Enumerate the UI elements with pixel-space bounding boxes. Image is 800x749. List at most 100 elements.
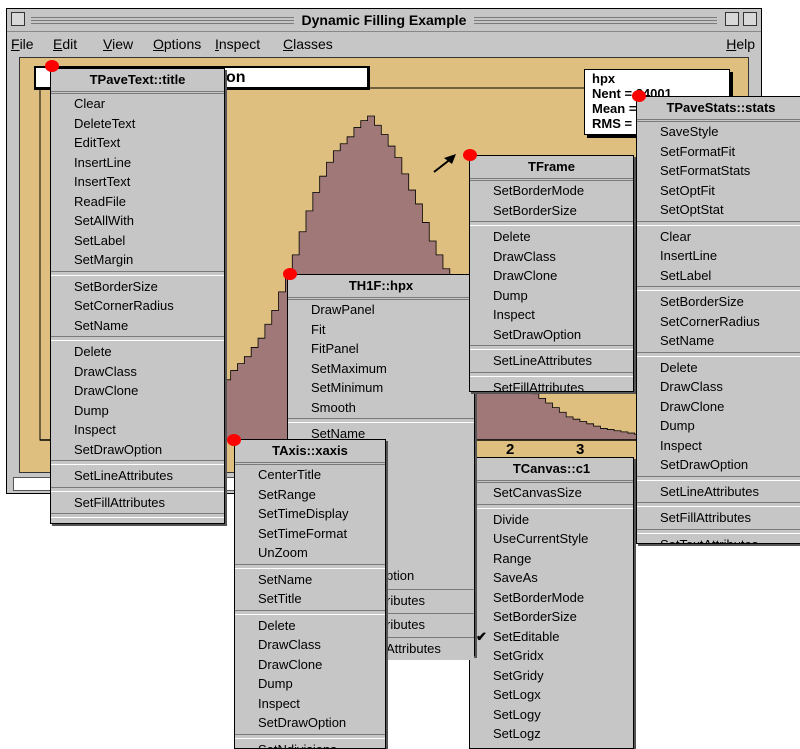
window-menu-button[interactable] <box>11 12 25 26</box>
menu-item-draw-class[interactable]: DrawClass <box>235 635 385 655</box>
menu-item-un-zoom[interactable]: UnZoom <box>235 543 385 563</box>
menu-item-insert-text[interactable]: InsertText <box>51 172 224 192</box>
menu-item-set-line-attributes[interactable]: SetLineAttributes <box>51 466 224 486</box>
menu-item-fit[interactable]: Fit <box>288 320 474 340</box>
menu-item-set-label[interactable]: SetLabel <box>637 266 800 286</box>
menu-item-dump[interactable]: Dump <box>637 416 800 436</box>
menu-item-dump[interactable]: Dump <box>235 674 385 694</box>
menu-item-set-gridx[interactable]: SetGridx <box>470 646 633 666</box>
menu-item-set-fill-attributes[interactable]: SetFillAttributes <box>637 508 800 528</box>
maximize-button[interactable] <box>743 12 757 26</box>
menu-item-set-margin[interactable]: SetMargin <box>51 250 224 270</box>
menu-item-set-opt-fit[interactable]: SetOptFit <box>637 181 800 201</box>
menu-item-set-all-with[interactable]: SetAllWith <box>51 211 224 231</box>
menu-item-fragment[interactable]: Attributes <box>386 637 474 660</box>
menu-item-set-border-mode[interactable]: SetBorderMode <box>470 181 633 201</box>
menu-item-delete-text[interactable]: DeleteText <box>51 114 224 134</box>
menu-classes[interactable]: Classes <box>283 36 333 52</box>
menu-inspect[interactable]: Inspect <box>215 36 260 52</box>
menu-item-set-label[interactable]: SetLabel <box>51 231 224 251</box>
menu-item-set-gridy[interactable]: SetGridy <box>470 666 633 686</box>
menu-item-clear[interactable]: Clear <box>51 94 224 114</box>
menu-item-set-ndivisions[interactable]: SetNdivisions <box>235 740 385 749</box>
menu-item-set-format-fit[interactable]: SetFormatFit <box>637 142 800 162</box>
menu-item-set-draw-option[interactable]: SetDrawOption <box>637 455 800 475</box>
menu-item-fit-panel[interactable]: FitPanel <box>288 339 474 359</box>
menu-item-draw-class[interactable]: DrawClass <box>637 377 800 397</box>
menu-view[interactable]: View <box>103 36 133 52</box>
menu-item-draw-clone[interactable]: DrawClone <box>51 381 224 401</box>
menu-item-set-minimum[interactable]: SetMinimum <box>288 378 474 398</box>
menu-item-set-fill-attributes[interactable]: SetFillAttributes <box>51 493 224 513</box>
menu-file[interactable]: File <box>11 36 34 52</box>
menu-item-draw-panel[interactable]: DrawPanel <box>288 300 474 320</box>
menu-item-draw-clone[interactable]: DrawClone <box>470 266 633 286</box>
menu-item-insert-line[interactable]: InsertLine <box>637 246 800 266</box>
menu-item-set-corner-radius[interactable]: SetCornerRadius <box>637 312 800 332</box>
menu-options[interactable]: Options <box>153 36 201 52</box>
menu-item-set-border-size[interactable]: SetBorderSize <box>470 201 633 221</box>
menu-item-set-range[interactable]: SetRange <box>235 485 385 505</box>
menu-item-set-editable[interactable]: ✔SetEditable <box>470 627 633 647</box>
menu-item-read-file[interactable]: ReadFile <box>51 192 224 212</box>
menu-help[interactable]: Help <box>726 36 755 52</box>
menu-item-delete[interactable]: Delete <box>51 342 224 362</box>
menu-edit[interactable]: Edit <box>53 36 77 52</box>
menu-item-set-text-attributes[interactable]: SetTextAttributes <box>637 535 800 545</box>
menu-item-save-style[interactable]: SaveStyle <box>637 122 800 142</box>
menu-item-smooth[interactable]: Smooth <box>288 398 474 418</box>
menu-item-delete[interactable]: Delete <box>235 616 385 636</box>
menu-item-dump[interactable]: Dump <box>470 286 633 306</box>
menu-item-set-border-mode[interactable]: SetBorderMode <box>470 588 633 608</box>
menu-item-set-opt-stat[interactable]: SetOptStat <box>637 200 800 220</box>
menu-item-set-draw-option[interactable]: SetDrawOption <box>235 713 385 733</box>
menu-item-set-maximum[interactable]: SetMaximum <box>288 359 474 379</box>
menu-item-inspect[interactable]: Inspect <box>235 694 385 714</box>
menu-item-set-name[interactable]: SetName <box>235 570 385 590</box>
menu-item-set-draw-option[interactable]: SetDrawOption <box>51 440 224 460</box>
menu-item-edit-text[interactable]: EditText <box>51 133 224 153</box>
menu-item-delete[interactable]: Delete <box>637 358 800 378</box>
menu-item-range[interactable]: Range <box>470 549 633 569</box>
menu-item-set-logx[interactable]: SetLogx <box>470 685 633 705</box>
menu-item-use-current-style[interactable]: UseCurrentStyle <box>470 529 633 549</box>
menu-item-set-line-attributes[interactable]: SetLineAttributes <box>470 351 633 371</box>
menu-item-set-border-size[interactable]: SetBorderSize <box>51 277 224 297</box>
menu-item-set-logz[interactable]: SetLogz <box>470 724 633 744</box>
menu-separator <box>637 221 800 226</box>
menu-item-fragment[interactable]: ption <box>386 565 474 587</box>
title-bar[interactable]: Dynamic Filling Example <box>7 9 761 32</box>
menu-item-set-text-attributes[interactable]: SetTextAttributes <box>51 519 224 524</box>
menu-item-fragment[interactable]: ributes <box>386 613 474 636</box>
menu-item-draw-clone[interactable]: DrawClone <box>235 655 385 675</box>
menu-item-set-border-size[interactable]: SetBorderSize <box>637 292 800 312</box>
menu-item-set-fill-attributes[interactable]: SetFillAttributes <box>470 378 633 393</box>
menu-item-inspect[interactable]: Inspect <box>637 436 800 456</box>
menu-item-draw-clone[interactable]: DrawClone <box>637 397 800 417</box>
menu-item-set-logy[interactable]: SetLogy <box>470 705 633 725</box>
menu-item-set-title[interactable]: SetTitle <box>235 589 385 609</box>
menu-item-draw-class[interactable]: DrawClass <box>51 362 224 382</box>
menu-item-center-title[interactable]: CenterTitle <box>235 465 385 485</box>
menu-item-set-name[interactable]: SetName <box>51 316 224 336</box>
minimize-button[interactable] <box>725 12 739 26</box>
menu-item-set-border-size[interactable]: SetBorderSize <box>470 607 633 627</box>
menu-item-set-format-stats[interactable]: SetFormatStats <box>637 161 800 181</box>
menu-item-delete[interactable]: Delete <box>470 227 633 247</box>
menu-item-fragment[interactable]: ributes <box>386 589 474 612</box>
menu-item-set-name[interactable]: SetName <box>637 331 800 351</box>
menu-item-draw-class[interactable]: DrawClass <box>470 247 633 267</box>
menu-item-set-corner-radius[interactable]: SetCornerRadius <box>51 296 224 316</box>
menu-item-inspect[interactable]: Inspect <box>470 305 633 325</box>
menu-item-set-time-format[interactable]: SetTimeFormat <box>235 524 385 544</box>
menu-item-clear[interactable]: Clear <box>637 227 800 247</box>
menu-item-set-line-attributes[interactable]: SetLineAttributes <box>637 482 800 502</box>
menu-item-inspect[interactable]: Inspect <box>51 420 224 440</box>
menu-item-set-time-display[interactable]: SetTimeDisplay <box>235 504 385 524</box>
menu-item-divide[interactable]: Divide <box>470 510 633 530</box>
menu-item-save-as[interactable]: SaveAs <box>470 568 633 588</box>
menu-item-set-draw-option[interactable]: SetDrawOption <box>470 325 633 345</box>
menu-item-dump[interactable]: Dump <box>51 401 224 421</box>
menu-item-set-canvas-size[interactable]: SetCanvasSize <box>470 483 633 503</box>
menu-item-insert-line[interactable]: InsertLine <box>51 153 224 173</box>
